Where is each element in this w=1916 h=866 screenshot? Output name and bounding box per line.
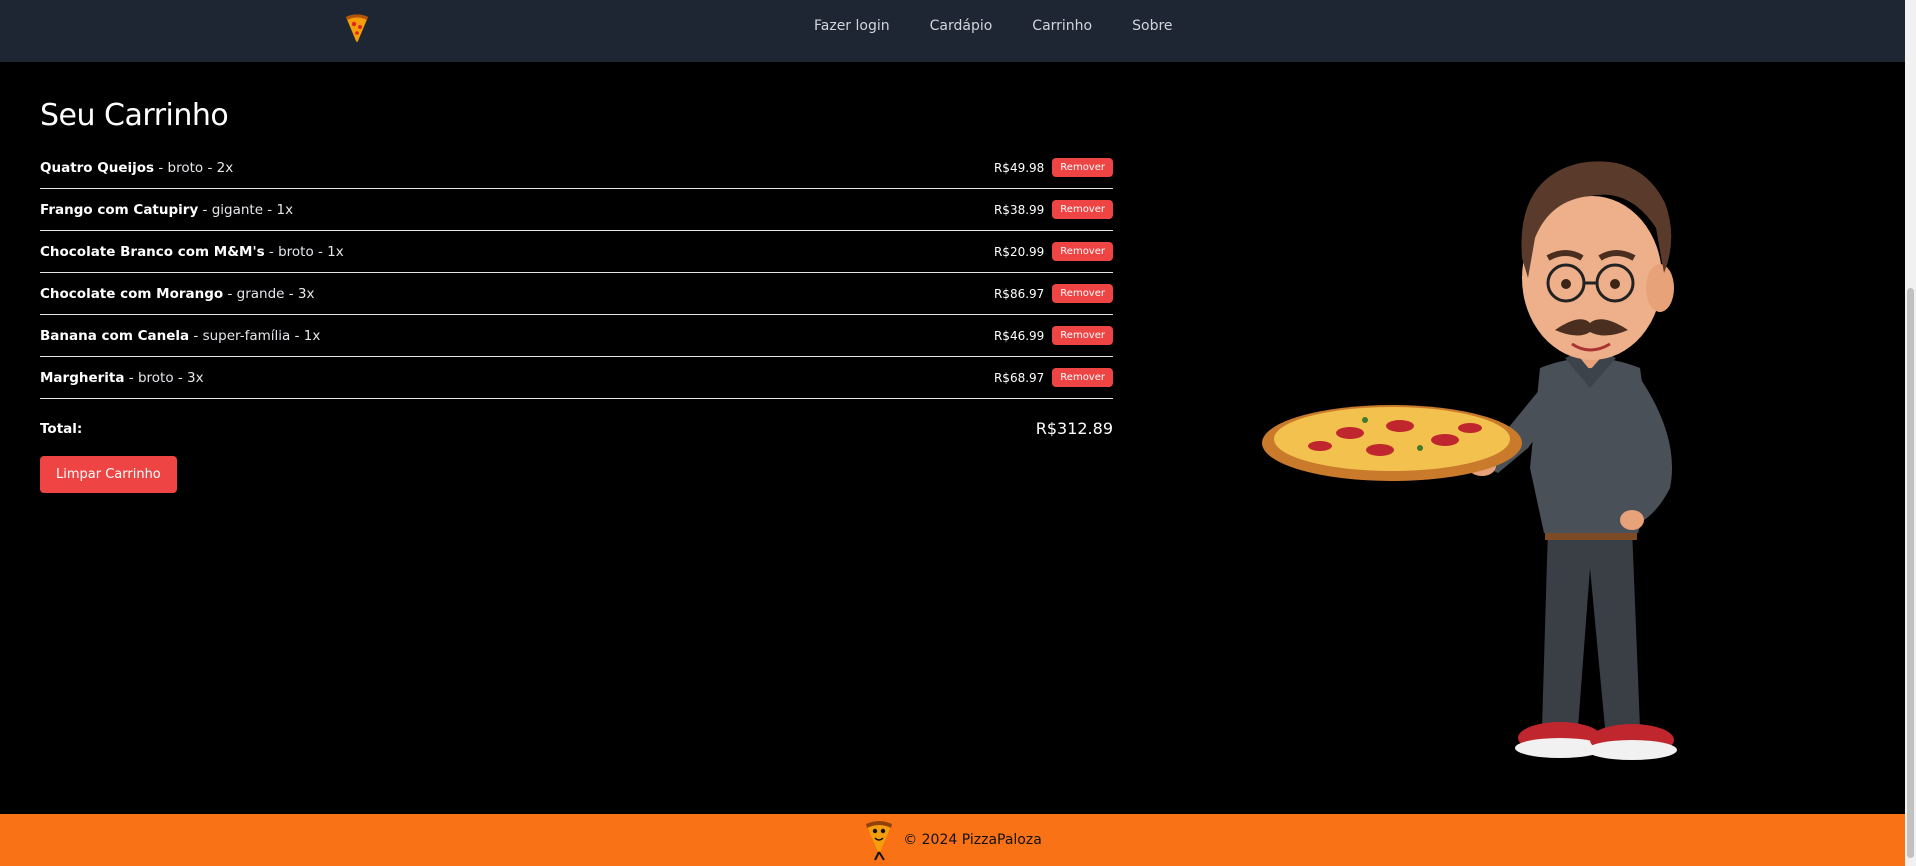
page-scrollbar[interactable]: [1905, 0, 1916, 866]
clear-cart-button[interactable]: Limpar Carrinho: [40, 456, 177, 493]
item-details: - broto - 2x: [154, 159, 234, 176]
item-price: R$86.97: [993, 286, 1045, 301]
cart-item: Quatro Queijos - broto - 2x R$49.98 Remov…: [40, 147, 1113, 189]
remove-button[interactable]: Remover: [1052, 242, 1113, 261]
main-nav: Fazer login Cardápio Carrinho Sobre: [814, 18, 1173, 34]
nav-link-login[interactable]: Fazer login: [814, 18, 890, 34]
cart-total: Total: R$312.89: [40, 419, 1113, 438]
remove-button[interactable]: Remover: [1052, 326, 1113, 345]
item-name: Banana com Canela: [40, 327, 190, 344]
cart-item: Margherita - broto - 3x R$68.97 Remover: [40, 357, 1113, 399]
footer: © 2024 PizzaPaloza: [0, 814, 1905, 866]
item-details: - super-família - 1x: [189, 327, 321, 344]
item-details: - broto - 1x: [264, 243, 344, 260]
cart-item: Chocolate com Morango - grande - 3x R$86…: [40, 273, 1113, 315]
page: Fazer login Cardápio Carrinho Sobre Seu …: [0, 0, 1916, 866]
item-details: - grande - 3x: [223, 285, 315, 302]
item-price: R$38.99: [993, 202, 1045, 217]
pizza-mascot-icon: [866, 821, 893, 861]
pizza-slice-icon[interactable]: [344, 13, 370, 43]
item-name: Quatro Queijos: [40, 159, 155, 176]
item-price: R$68.97: [993, 370, 1045, 385]
remove-button[interactable]: Remover: [1052, 158, 1113, 177]
chef-holding-pizza-illustration: [1262, 161, 1677, 760]
item-price: R$49.98: [993, 160, 1045, 175]
navbar: Fazer login Cardápio Carrinho Sobre: [0, 0, 1905, 62]
item-details: - broto - 3x: [124, 369, 204, 386]
cart-item: Frango com Catupiry - gigante - 1x R$38.…: [40, 189, 1113, 231]
cart-section: Seu Carrinho Quatro Queijos - broto - 2x…: [40, 98, 1113, 493]
item-price: R$46.99: [993, 328, 1045, 343]
nav-link-menu[interactable]: Cardápio: [930, 18, 993, 34]
nav-link-about[interactable]: Sobre: [1132, 18, 1172, 34]
page-title: Seu Carrinho: [40, 98, 229, 133]
cart-item: Banana com Canela - super-família - 1x R…: [40, 315, 1113, 357]
remove-button[interactable]: Remover: [1052, 284, 1113, 303]
remove-button[interactable]: Remover: [1052, 200, 1113, 219]
total-label: Total:: [40, 420, 83, 437]
item-name: Frango com Catupiry: [40, 201, 199, 218]
cart-item: Chocolate Branco com M&M's - broto - 1x …: [40, 231, 1113, 273]
item-name: Chocolate Branco com M&M's: [40, 243, 265, 260]
scrollbar-thumb[interactable]: [1907, 288, 1914, 858]
nav-link-cart[interactable]: Carrinho: [1032, 18, 1092, 34]
remove-button[interactable]: Remover: [1052, 368, 1113, 387]
item-name: Chocolate com Morango: [40, 285, 224, 302]
item-name: Margherita: [40, 369, 125, 386]
total-value: R$312.89: [1035, 419, 1113, 438]
item-price: R$20.99: [993, 244, 1045, 259]
item-details: - gigante - 1x: [198, 201, 294, 218]
footer-copyright: © 2024 PizzaPaloza: [903, 832, 1042, 848]
